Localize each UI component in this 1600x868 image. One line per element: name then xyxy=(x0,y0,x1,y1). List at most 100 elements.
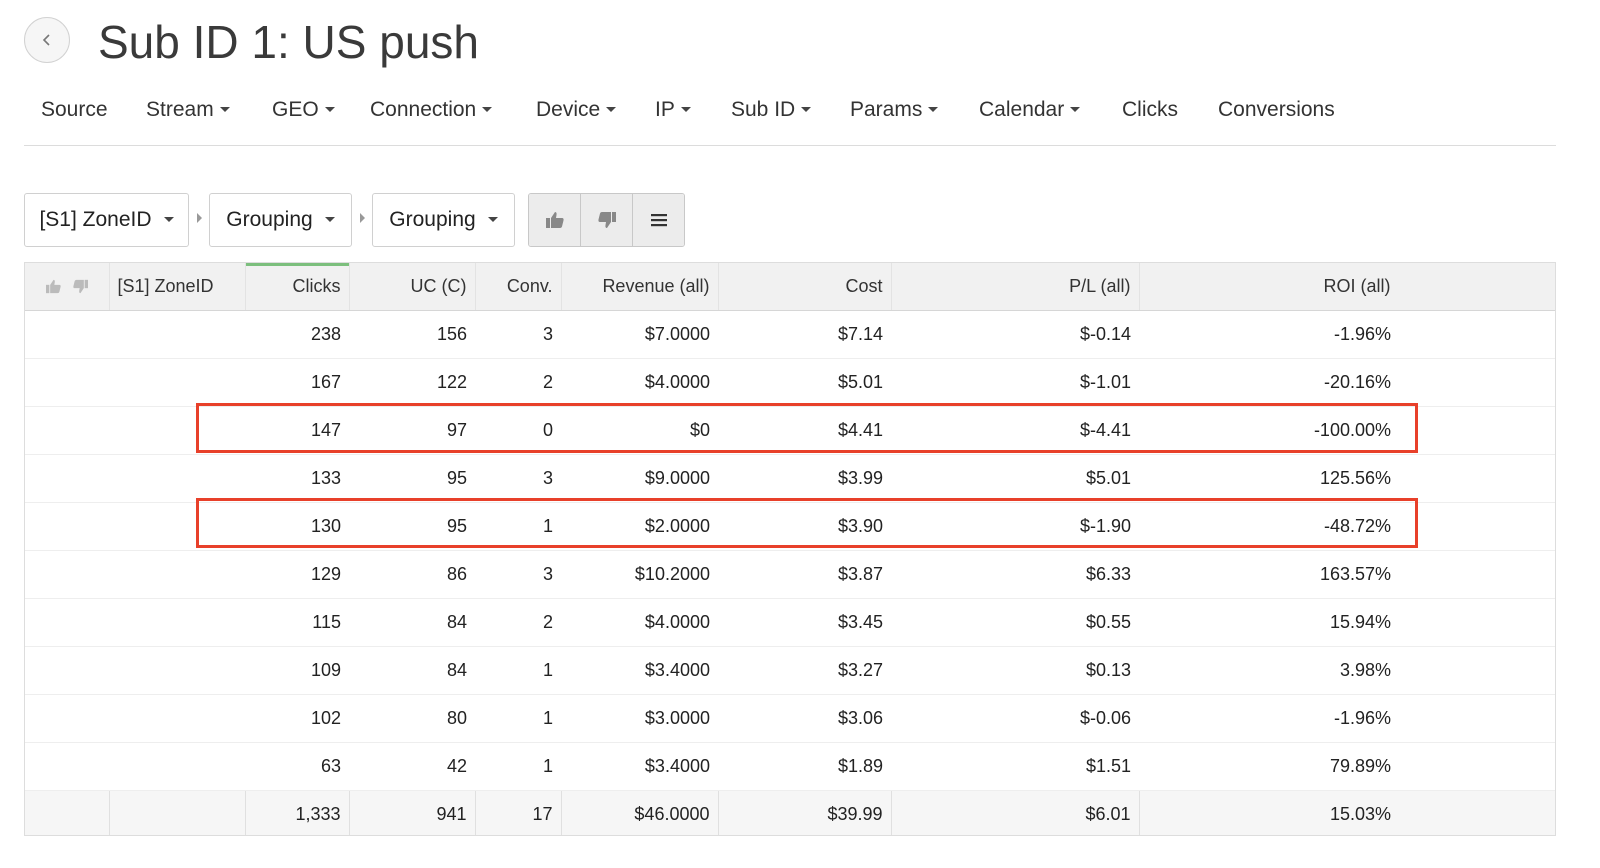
column-header-revenue[interactable]: Revenue (all) xyxy=(561,263,719,311)
report-table: [S1] ZoneID Clicks UC (C) Conv. Revenue … xyxy=(24,262,1556,836)
column-header-clicks[interactable]: Clicks xyxy=(245,263,350,311)
cell-zone[interactable] xyxy=(109,406,245,455)
cell-uc: 84 xyxy=(349,646,475,695)
cell-revenue: $2.0000 xyxy=(561,502,718,551)
nav-item-stream[interactable]: Stream xyxy=(146,98,230,122)
cell-clicks: 147 xyxy=(245,406,349,455)
menu-icon xyxy=(650,214,667,227)
nav-item-connection[interactable]: Connection xyxy=(370,98,493,122)
cell-zone[interactable] xyxy=(109,502,245,551)
cell-zone[interactable] xyxy=(109,646,245,695)
cell-cost: $5.01 xyxy=(718,358,891,407)
cell-cost: $3.45 xyxy=(718,598,891,647)
dislike-button[interactable] xyxy=(581,194,633,246)
report-grid: [S1] ZoneID Clicks UC (C) Conv. Revenue … xyxy=(25,263,1555,835)
cell-zone[interactable] xyxy=(109,694,245,743)
table-row[interactable]: 167 122 2 $4.0000 $5.01 $-1.01 -20.16% xyxy=(25,358,1555,407)
chevron-left-icon xyxy=(42,34,50,46)
cell-revenue: $4.0000 xyxy=(561,358,718,407)
nav-item-calendar[interactable]: Calendar xyxy=(979,98,1081,122)
nav-item-ip[interactable]: IP xyxy=(655,98,691,122)
cell-roi: 163.57% xyxy=(1139,550,1555,599)
caret-down-icon xyxy=(606,106,617,112)
cell-zone[interactable] xyxy=(109,454,245,503)
cell-uc: 95 xyxy=(349,454,475,503)
header-thumbs xyxy=(25,263,110,311)
table-row[interactable]: 130 95 1 $2.0000 $3.90 $-1.90 -48.72% xyxy=(25,502,1555,551)
cell-revenue: $9.0000 xyxy=(561,454,718,503)
table-row[interactable]: 129 86 3 $10.2000 $3.87 $6.33 163.57% xyxy=(25,550,1555,599)
cell-conv: 3 xyxy=(475,310,561,359)
nav-item-source[interactable]: Source xyxy=(41,98,108,122)
back-button[interactable] xyxy=(24,17,70,63)
thumbs-down-icon[interactable] xyxy=(72,279,89,294)
cell-uc: 80 xyxy=(349,694,475,743)
column-header-zone[interactable]: [S1] ZoneID xyxy=(109,263,246,311)
row-thumbs-cell xyxy=(25,454,109,503)
cell-cost: $3.87 xyxy=(718,550,891,599)
cell-clicks: 133 xyxy=(245,454,349,503)
cell-clicks: 130 xyxy=(245,502,349,551)
caret-down-icon xyxy=(324,106,335,112)
cell-pl: $-1.90 xyxy=(891,502,1139,551)
table-row[interactable]: 147 97 0 $0 $4.41 $-4.41 -100.00% xyxy=(25,406,1555,455)
column-header-conv[interactable]: Conv. xyxy=(475,263,562,311)
column-header-uc[interactable]: UC (C) xyxy=(349,263,476,311)
cell-roi: 3.98% xyxy=(1139,646,1555,695)
table-header-row: [S1] ZoneID Clicks UC (C) Conv. Revenue … xyxy=(25,263,1555,311)
grouping-select-1-label: [S1] ZoneID xyxy=(39,208,152,231)
cell-zone[interactable] xyxy=(109,742,245,791)
grouping-select-3[interactable]: Grouping xyxy=(372,193,515,247)
cell-cost: $4.41 xyxy=(718,406,891,455)
caret-down-icon xyxy=(487,216,498,222)
total-uc: 941 xyxy=(349,789,476,835)
like-button[interactable] xyxy=(529,194,581,246)
cell-revenue: $3.4000 xyxy=(561,646,718,695)
table-row[interactable]: 109 84 1 $3.4000 $3.27 $0.13 3.98% xyxy=(25,646,1555,695)
column-header-roi[interactable]: ROI (all) xyxy=(1139,263,1555,311)
grouping-select-2[interactable]: Grouping xyxy=(209,193,352,247)
cell-zone[interactable] xyxy=(109,358,245,407)
cell-cost: $3.99 xyxy=(718,454,891,503)
cell-uc: 122 xyxy=(349,358,475,407)
row-thumbs-cell xyxy=(25,646,109,695)
table-row[interactable]: 238 156 3 $7.0000 $7.14 $-0.14 -1.96% xyxy=(25,310,1555,359)
column-header-cost[interactable]: Cost xyxy=(718,263,892,311)
table-row[interactable]: 133 95 3 $9.0000 $3.99 $5.01 125.56% xyxy=(25,454,1555,503)
row-thumbs-cell xyxy=(25,742,109,791)
column-header-pl[interactable]: P/L (all) xyxy=(891,263,1140,311)
report-nav: Source Stream GEO Connection Device IP S… xyxy=(24,90,1556,146)
cell-pl: $-0.06 xyxy=(891,694,1139,743)
cell-uc: 97 xyxy=(349,406,475,455)
caret-down-icon xyxy=(680,106,691,112)
nav-item-device[interactable]: Device xyxy=(536,98,617,122)
nav-item-geo[interactable]: GEO xyxy=(272,98,335,122)
cell-zone[interactable] xyxy=(109,598,245,647)
columns-menu-button[interactable] xyxy=(633,194,684,246)
table-row[interactable]: 63 42 1 $3.4000 $1.89 $1.51 79.89% xyxy=(25,742,1555,791)
grouping-select-1[interactable]: [S1] ZoneID xyxy=(24,193,189,247)
total-cost: $39.99 xyxy=(718,789,892,835)
page-title: Sub ID 1: US push xyxy=(98,16,479,68)
table-row[interactable]: 115 84 2 $4.0000 $3.45 $0.55 15.94% xyxy=(25,598,1555,647)
cell-conv: 3 xyxy=(475,454,561,503)
caret-down-icon xyxy=(219,106,230,112)
nav-item-conversions[interactable]: Conversions xyxy=(1218,98,1335,122)
row-thumbs-cell xyxy=(25,310,109,359)
cell-conv: 1 xyxy=(475,694,561,743)
cell-roi: 15.94% xyxy=(1139,598,1555,647)
nav-item-sub-id[interactable]: Sub ID xyxy=(731,98,812,122)
row-thumbs-cell xyxy=(25,550,109,599)
cell-roi: 125.56% xyxy=(1139,454,1555,503)
thumbs-up-icon[interactable] xyxy=(45,279,62,294)
cell-zone[interactable] xyxy=(109,550,245,599)
cell-cost: $1.89 xyxy=(718,742,891,791)
table-row[interactable]: 102 80 1 $3.0000 $3.06 $-0.06 -1.96% xyxy=(25,694,1555,743)
nav-item-clicks[interactable]: Clicks xyxy=(1122,98,1178,122)
row-thumbs-cell xyxy=(25,406,109,455)
cell-revenue: $0 xyxy=(561,406,718,455)
cell-roi: -1.96% xyxy=(1139,310,1555,359)
cell-cost: $3.06 xyxy=(718,694,891,743)
nav-item-params[interactable]: Params xyxy=(850,98,939,122)
cell-zone[interactable] xyxy=(109,310,245,359)
